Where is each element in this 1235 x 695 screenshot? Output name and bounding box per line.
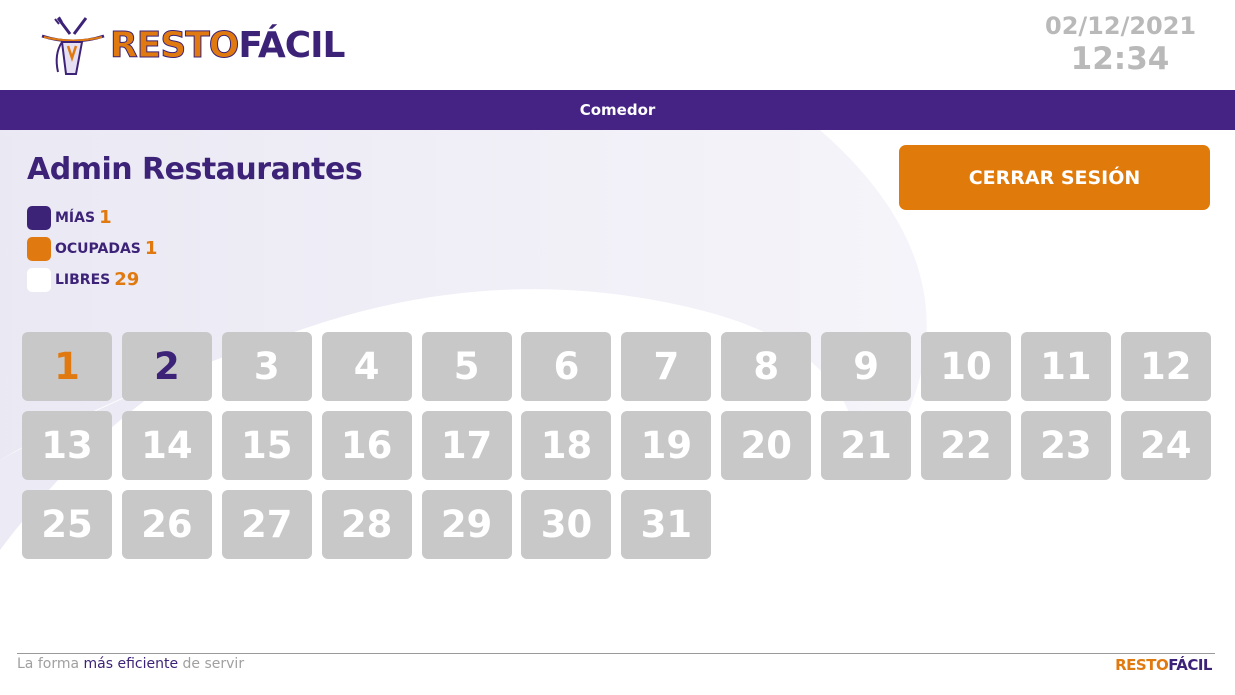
tagline-part3: de servir [178,656,245,672]
legend: MÍAS 1 OCUPADAS 1 LIBRES 29 [27,202,157,295]
table-button[interactable]: 3 [221,332,312,401]
legend-free: LIBRES 29 [27,264,157,295]
footer-divider [17,653,1215,654]
table-button[interactable]: 1 [22,332,112,401]
logo-facil: FÁCIL [238,25,345,66]
user-name: Admin Restaurantes [27,152,363,187]
table-button[interactable]: 19 [621,411,712,480]
table-button[interactable]: 22 [921,411,1012,480]
table-button[interactable]: 26 [121,490,212,559]
tagline-part2: más eficiente [83,656,179,672]
table-button[interactable]: 20 [721,411,812,480]
table-button[interactable]: 18 [521,411,612,480]
current-date: 02/12/2021 [1045,12,1197,40]
table-button[interactable]: 17 [421,411,512,480]
footer-logo-facil: FÁCIL [1168,656,1212,674]
table-button[interactable]: 11 [1020,332,1111,401]
legend-swatch-mine [27,205,51,230]
tables-grid: 1 2 3 4 5 6 7 8 9 10 11 12 13 14 15 16 17 18 19 20 21 22 23 24 2… [22,332,1212,559]
logout-button[interactable]: CERRAR SESIÓN [899,145,1210,210]
current-time: 12:34 [1070,41,1170,77]
table-button[interactable]: 9 [821,332,912,401]
logo-wordmark: RESTOFÁCIL [109,25,345,66]
navbar: Comedor [0,90,1235,130]
table-button[interactable]: 31 [621,490,712,559]
table-button[interactable]: 2 [121,332,212,401]
waiter-logo-icon [41,16,105,75]
table-button[interactable]: 27 [221,490,312,559]
legend-label-free: LIBRES [55,271,111,288]
legend-swatch-free [27,267,51,292]
logo: RESTOFÁCIL [38,16,345,76]
table-button[interactable]: 21 [821,411,912,480]
table-button[interactable]: 5 [421,332,512,401]
table-button[interactable]: 24 [1120,411,1211,480]
page: RESTOFÁCIL 02/12/2021 12:34 Comedor Admi… [0,0,1235,695]
legend-occupied: OCUPADAS 1 [27,233,157,264]
header: RESTOFÁCIL 02/12/2021 12:34 [0,0,1235,90]
table-button[interactable]: 15 [221,411,312,480]
table-button[interactable]: 6 [521,332,612,401]
legend-mine: MÍAS 1 [27,202,157,233]
tab-comedor[interactable]: Comedor [580,101,656,119]
legend-swatch-occupied [27,236,51,261]
table-button[interactable]: 13 [22,411,112,480]
footer-logo: RESTOFÁCIL [1115,656,1212,674]
legend-label-mine: MÍAS [55,209,96,226]
table-button[interactable]: 12 [1120,332,1211,401]
table-button[interactable]: 30 [521,490,612,559]
tagline-part1: La forma [17,656,84,672]
table-button[interactable]: 14 [121,411,212,480]
table-button[interactable]: 7 [621,332,712,401]
table-button[interactable]: 23 [1020,411,1111,480]
table-button[interactable]: 28 [321,490,412,559]
table-button[interactable]: 16 [321,411,412,480]
table-button[interactable]: 25 [22,490,112,559]
legend-count-free: 29 [114,269,140,290]
legend-label-occupied: OCUPADAS [55,240,141,257]
table-button[interactable]: 10 [921,332,1012,401]
legend-count-mine: 1 [99,207,112,228]
main-content: Admin Restaurantes MÍAS 1 OCUPADAS 1 LIB… [0,130,1235,650]
table-button[interactable]: 4 [321,332,412,401]
table-button[interactable]: 29 [421,490,512,559]
table-button[interactable]: 8 [721,332,812,401]
logo-resto: RESTO [109,25,239,66]
legend-count-occupied: 1 [144,238,158,259]
datetime: 02/12/2021 12:34 [1045,12,1197,78]
footer-logo-resto: RESTO [1115,656,1169,674]
footer-tagline: La forma más eficiente de servir [17,656,244,672]
